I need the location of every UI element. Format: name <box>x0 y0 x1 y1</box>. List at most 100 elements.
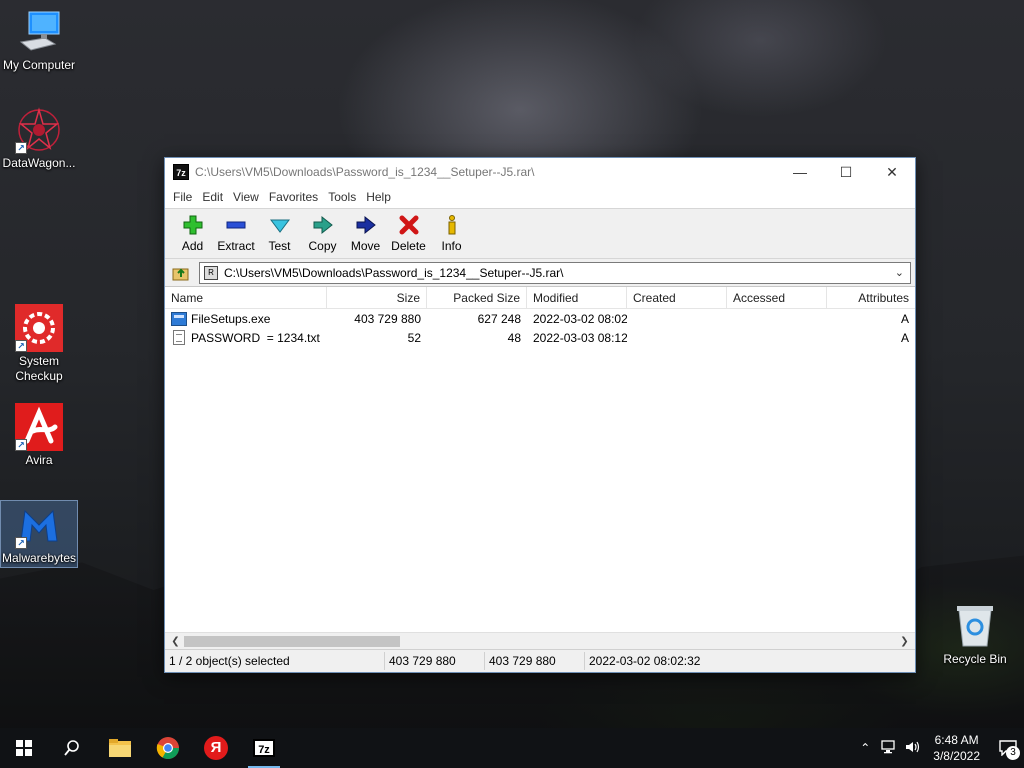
window-titlebar[interactable]: 7z C:\Users\VM5\Downloads\Password_is_12… <box>165 158 915 186</box>
7zip-icon: 7z <box>253 739 275 757</box>
copy-button[interactable]: Copy <box>301 209 344 258</box>
status-bar: 1 / 2 object(s) selected 403 729 880 403… <box>165 649 915 672</box>
file-list[interactable]: Name Size Packed Size Modified Created A… <box>165 286 915 648</box>
scrollbar-thumb[interactable] <box>184 636 400 647</box>
info-icon <box>430 213 473 237</box>
taskbar-yandex[interactable]: Я <box>192 728 240 768</box>
search-button[interactable] <box>48 728 96 768</box>
close-button[interactable]: ✕ <box>869 158 915 186</box>
status-packed: 403 729 880 <box>485 652 585 670</box>
volume-icon[interactable] <box>901 740 925 757</box>
minimize-button[interactable]: — <box>777 158 823 186</box>
chrome-icon <box>156 737 179 759</box>
extract-button[interactable]: Extract <box>214 209 258 258</box>
notification-center-button[interactable]: 3 <box>992 728 1024 768</box>
file-name: FileSetups.exe <box>191 311 271 326</box>
column-header-accessed[interactable]: Accessed <box>727 287 827 308</box>
column-header-size[interactable]: Size <box>327 287 427 308</box>
status-date: 2022-03-02 08:02:32 <box>589 654 701 668</box>
column-header-name[interactable]: Name <box>165 287 327 308</box>
file-packed-size: 627 248 <box>477 311 521 326</box>
check-icon <box>258 213 301 237</box>
horizontal-scrollbar[interactable]: ❮ ❯ <box>165 632 915 649</box>
7zip-app-icon: 7z <box>173 164 189 180</box>
double-arrow-icon <box>301 213 344 237</box>
add-button[interactable]: Add <box>171 209 214 258</box>
list-header: Name Size Packed Size Modified Created A… <box>165 287 915 309</box>
chevron-up-icon[interactable]: ⌃ <box>853 741 877 755</box>
notification-count-badge: 3 <box>1006 746 1020 760</box>
menu-edit[interactable]: Edit <box>197 190 228 204</box>
clock-date: 3/8/2022 <box>933 749 980 763</box>
column-header-created[interactable]: Created <box>627 287 727 308</box>
desktop-icon-datawagon[interactable]: ↗ DataWagon... <box>0 106 78 171</box>
x-icon <box>387 213 430 237</box>
desktop-icon-malwarebytes[interactable]: ↗ Malwarebytes <box>0 500 78 568</box>
move-button[interactable]: Move <box>344 209 387 258</box>
desktop-icon-label: Avira <box>25 453 53 467</box>
toolbar: Add Extract Test Copy Move Delete Info <box>165 208 915 259</box>
menu-help[interactable]: Help <box>361 190 396 204</box>
column-header-modified[interactable]: Modified <box>527 287 627 308</box>
status-size: 403 729 880 <box>385 652 485 670</box>
menu-tools[interactable]: Tools <box>323 190 361 204</box>
menu-bar: File Edit View Favorites Tools Help <box>165 186 915 208</box>
clock[interactable]: 6:48 AM 3/8/2022 <box>933 732 980 764</box>
status-selection: 1 / 2 object(s) selected <box>165 652 385 670</box>
shortcut-arrow-icon: ↗ <box>15 340 27 352</box>
desktop-icon-label: Malwarebytes <box>1 551 77 565</box>
taskbar: Я 7z ⌃ 6:48 AM 3/8/2022 3 <box>0 728 1024 768</box>
scroll-right-icon[interactable]: ❯ <box>896 633 913 650</box>
minus-icon <box>214 213 258 237</box>
shortcut-arrow-icon: ↗ <box>15 439 27 451</box>
recycle-bin-icon <box>951 602 999 650</box>
plus-icon <box>171 213 214 237</box>
taskbar-file-explorer[interactable] <box>96 728 144 768</box>
malwarebytes-icon: ↗ <box>15 501 63 549</box>
desktop-icon-label: Recycle Bin <box>943 652 1007 666</box>
chevron-down-icon[interactable]: ⌄ <box>895 266 904 279</box>
archive-window[interactable]: 7z C:\Users\VM5\Downloads\Password_is_12… <box>164 157 916 673</box>
folder-up-button[interactable] <box>169 262 193 284</box>
network-icon[interactable] <box>877 739 901 757</box>
desktop-icon-label: System Checkup <box>15 354 63 383</box>
table-row[interactable]: PASSWORD = 1234.txt 52 48 2022-03-03 08:… <box>165 328 915 347</box>
column-header-packed-size[interactable]: Packed Size <box>427 287 527 308</box>
info-button[interactable]: Info <box>430 209 473 258</box>
taskbar-chrome[interactable] <box>144 728 192 768</box>
window-title: C:\Users\VM5\Downloads\Password_is_1234_… <box>195 165 535 179</box>
table-row[interactable]: FileSetups.exe 403 729 880 627 248 2022-… <box>165 309 915 328</box>
column-header-attributes[interactable]: Attributes <box>827 287 915 308</box>
folder-up-icon <box>172 268 189 280</box>
maximize-button[interactable]: ☐ <box>823 158 869 186</box>
taskbar-7zip[interactable]: 7z <box>240 728 288 768</box>
menu-favorites[interactable]: Favorites <box>264 190 323 204</box>
file-size: 403 729 880 <box>354 311 421 326</box>
file-attributes: A <box>900 330 909 345</box>
file-modified: 2022-03-03 08:12 <box>533 330 627 345</box>
start-button[interactable] <box>0 728 48 768</box>
test-button[interactable]: Test <box>258 209 301 258</box>
file-size: 52 <box>407 330 421 345</box>
exe-file-icon <box>171 311 187 326</box>
computer-icon <box>15 8 63 56</box>
search-icon <box>64 740 79 756</box>
desktop-icon-avira[interactable]: ↗ Avira <box>0 403 78 468</box>
address-text: C:\Users\VM5\Downloads\Password_is_1234_… <box>224 265 564 280</box>
address-input[interactable]: R C:\Users\VM5\Downloads\Password_is_123… <box>199 261 911 284</box>
delete-button[interactable]: Delete <box>387 209 430 258</box>
desktop-icon-my-computer[interactable]: My Computer <box>0 8 78 73</box>
scroll-left-icon[interactable]: ❮ <box>167 633 184 650</box>
menu-view[interactable]: View <box>228 190 264 204</box>
folder-icon <box>109 739 131 757</box>
file-modified: 2022-03-02 08:02 <box>533 311 627 326</box>
txt-file-icon <box>173 330 185 345</box>
desktop-icon-recycle-bin[interactable]: Recycle Bin <box>936 602 1014 667</box>
archive-file-icon: R <box>204 265 218 280</box>
datawagon-star-icon: ↗ <box>15 106 63 154</box>
desktop-icon-system-checkup[interactable]: ↗ System Checkup <box>0 304 78 384</box>
desktop-icon-label: My Computer <box>2 58 76 72</box>
file-attributes: A <box>900 311 909 326</box>
menu-file[interactable]: File <box>168 190 197 204</box>
yandex-icon: Я <box>204 736 228 760</box>
